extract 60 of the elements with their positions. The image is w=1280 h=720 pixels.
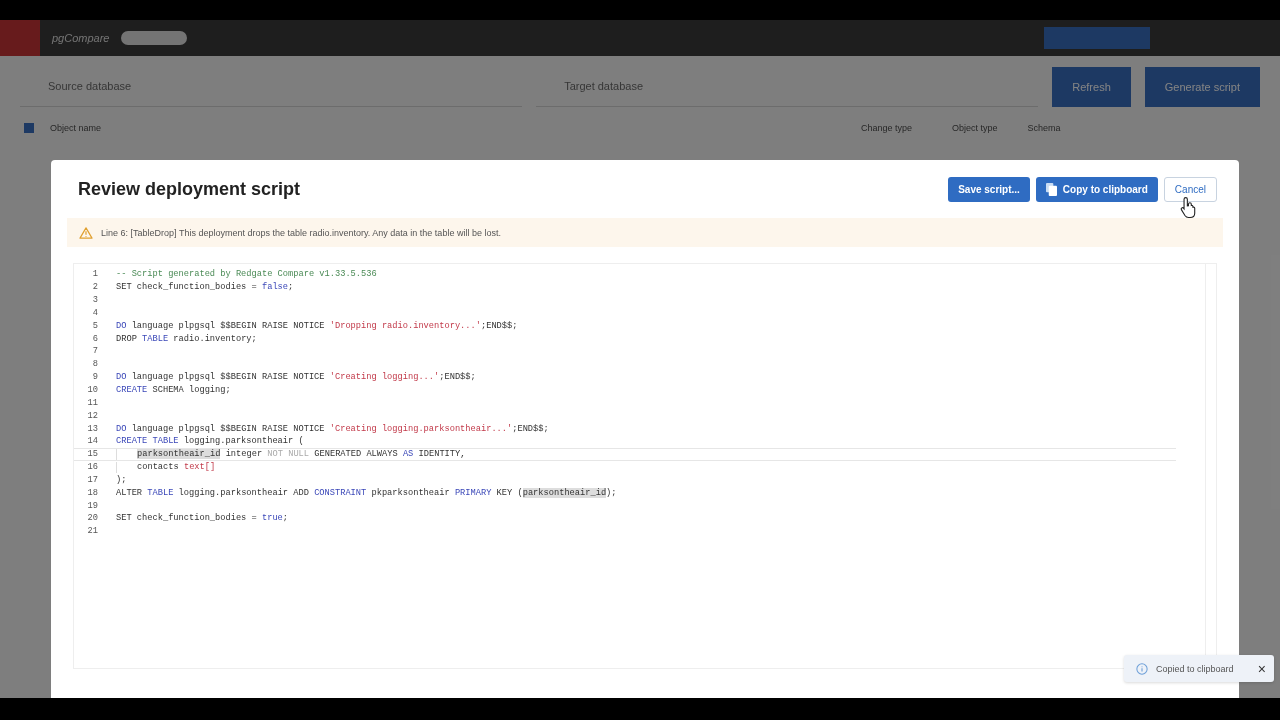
badge — [121, 31, 188, 45]
column-header[interactable]: Schema — [1027, 123, 1061, 133]
line-number: 19 — [86, 500, 98, 511]
line-number: 3 — [91, 295, 98, 306]
line-number: 18 — [86, 487, 98, 498]
line-number: 21 — [86, 526, 98, 537]
column-header[interactable]: Change type — [861, 123, 913, 133]
app-name: pgCompare — [52, 32, 110, 44]
line-number: 7 — [91, 346, 98, 357]
code-line: SET check_function_bodies = true; — [116, 513, 289, 524]
feedback-button[interactable] — [1044, 27, 1150, 49]
line-number: 14 — [86, 436, 98, 447]
line-number: 17 — [86, 474, 98, 485]
code-line: ALTER TABLE logging.parksontheair ADD CONSTRAINT pkparksontheair PRIMARY KEY (parksontheair_id); — [116, 487, 617, 498]
line-number: 8 — [91, 359, 98, 370]
target-label: Target database — [564, 80, 643, 92]
line-number: 15 — [86, 449, 98, 460]
refresh-button[interactable]: Refresh — [1052, 66, 1131, 107]
line-number: 5 — [91, 320, 98, 331]
code-line: DO language plpgsql $$BEGIN RAISE NOTICE 'Dropping radio.inventory...';END$$; — [116, 320, 518, 331]
code-line: DO language plpgsql $$BEGIN RAISE NOTICE 'Creating logging...';END$$; — [116, 372, 476, 383]
line-number: 20 — [86, 513, 98, 524]
source-label: Source database — [48, 80, 132, 92]
dialog-title: Review deployment script — [78, 178, 301, 200]
code-line: DO language plpgsql $$BEGIN RAISE NOTICE 'Creating logging.parksontheair...';END$$; — [116, 423, 549, 434]
warning-text: Line 6: [TableDrop] This deployment drops the table radio.inventory. Any data in the table will be lost. — [101, 227, 501, 238]
source-card[interactable]: Source database — [20, 66, 523, 107]
generate-button[interactable]: Generate script — [1144, 66, 1260, 107]
copy-icon — [1045, 182, 1057, 196]
code-line: contacts text[] — [137, 462, 216, 473]
line-number: 16 — [86, 462, 98, 473]
code-line: ); — [116, 474, 127, 485]
line-number: 4 — [91, 307, 98, 318]
code-line: -- Script generated by Redgate Compare v1.33.5.536 — [116, 269, 377, 280]
checkbox[interactable] — [24, 123, 34, 133]
hand-cursor-icon — [1180, 196, 1198, 218]
code-line: parksontheair_id integer NOT NULL GENERATED ALWAYS AS IDENTITY, — [137, 449, 466, 460]
code-line: DROP TABLE radio.inventory; — [116, 333, 257, 344]
close-button[interactable]: × — [1255, 660, 1268, 677]
line-number: 1 — [91, 269, 98, 280]
dialog-button[interactable]: Save script... — [948, 176, 1030, 202]
column-header[interactable]: Object name — [50, 123, 102, 133]
dialog-button[interactable]: Copy to clipboard — [1035, 176, 1158, 202]
toast-message: Copied to clipboard — [1156, 663, 1234, 674]
info-icon — [1136, 662, 1148, 675]
code-line: SET check_function_bodies = false; — [116, 282, 294, 293]
line-number: 10 — [86, 385, 98, 395]
logo-icon — [0, 20, 40, 56]
warning-icon — [79, 226, 93, 239]
line-number: 6 — [91, 333, 98, 344]
line-number: 11 — [86, 397, 98, 408]
target-card[interactable]: Target database — [536, 66, 1039, 107]
line-number: 9 — [91, 372, 98, 383]
line-number: 2 — [91, 282, 98, 293]
line-number: 12 — [86, 410, 98, 421]
code-line: CREATE SCHEMA logging; — [116, 385, 231, 395]
code-line: CREATE TABLE logging.parksontheair ( — [116, 436, 304, 447]
line-number: 13 — [86, 423, 98, 434]
dialog-button[interactable]: Cancel — [1163, 176, 1217, 202]
column-header[interactable]: Object type — [952, 123, 998, 133]
